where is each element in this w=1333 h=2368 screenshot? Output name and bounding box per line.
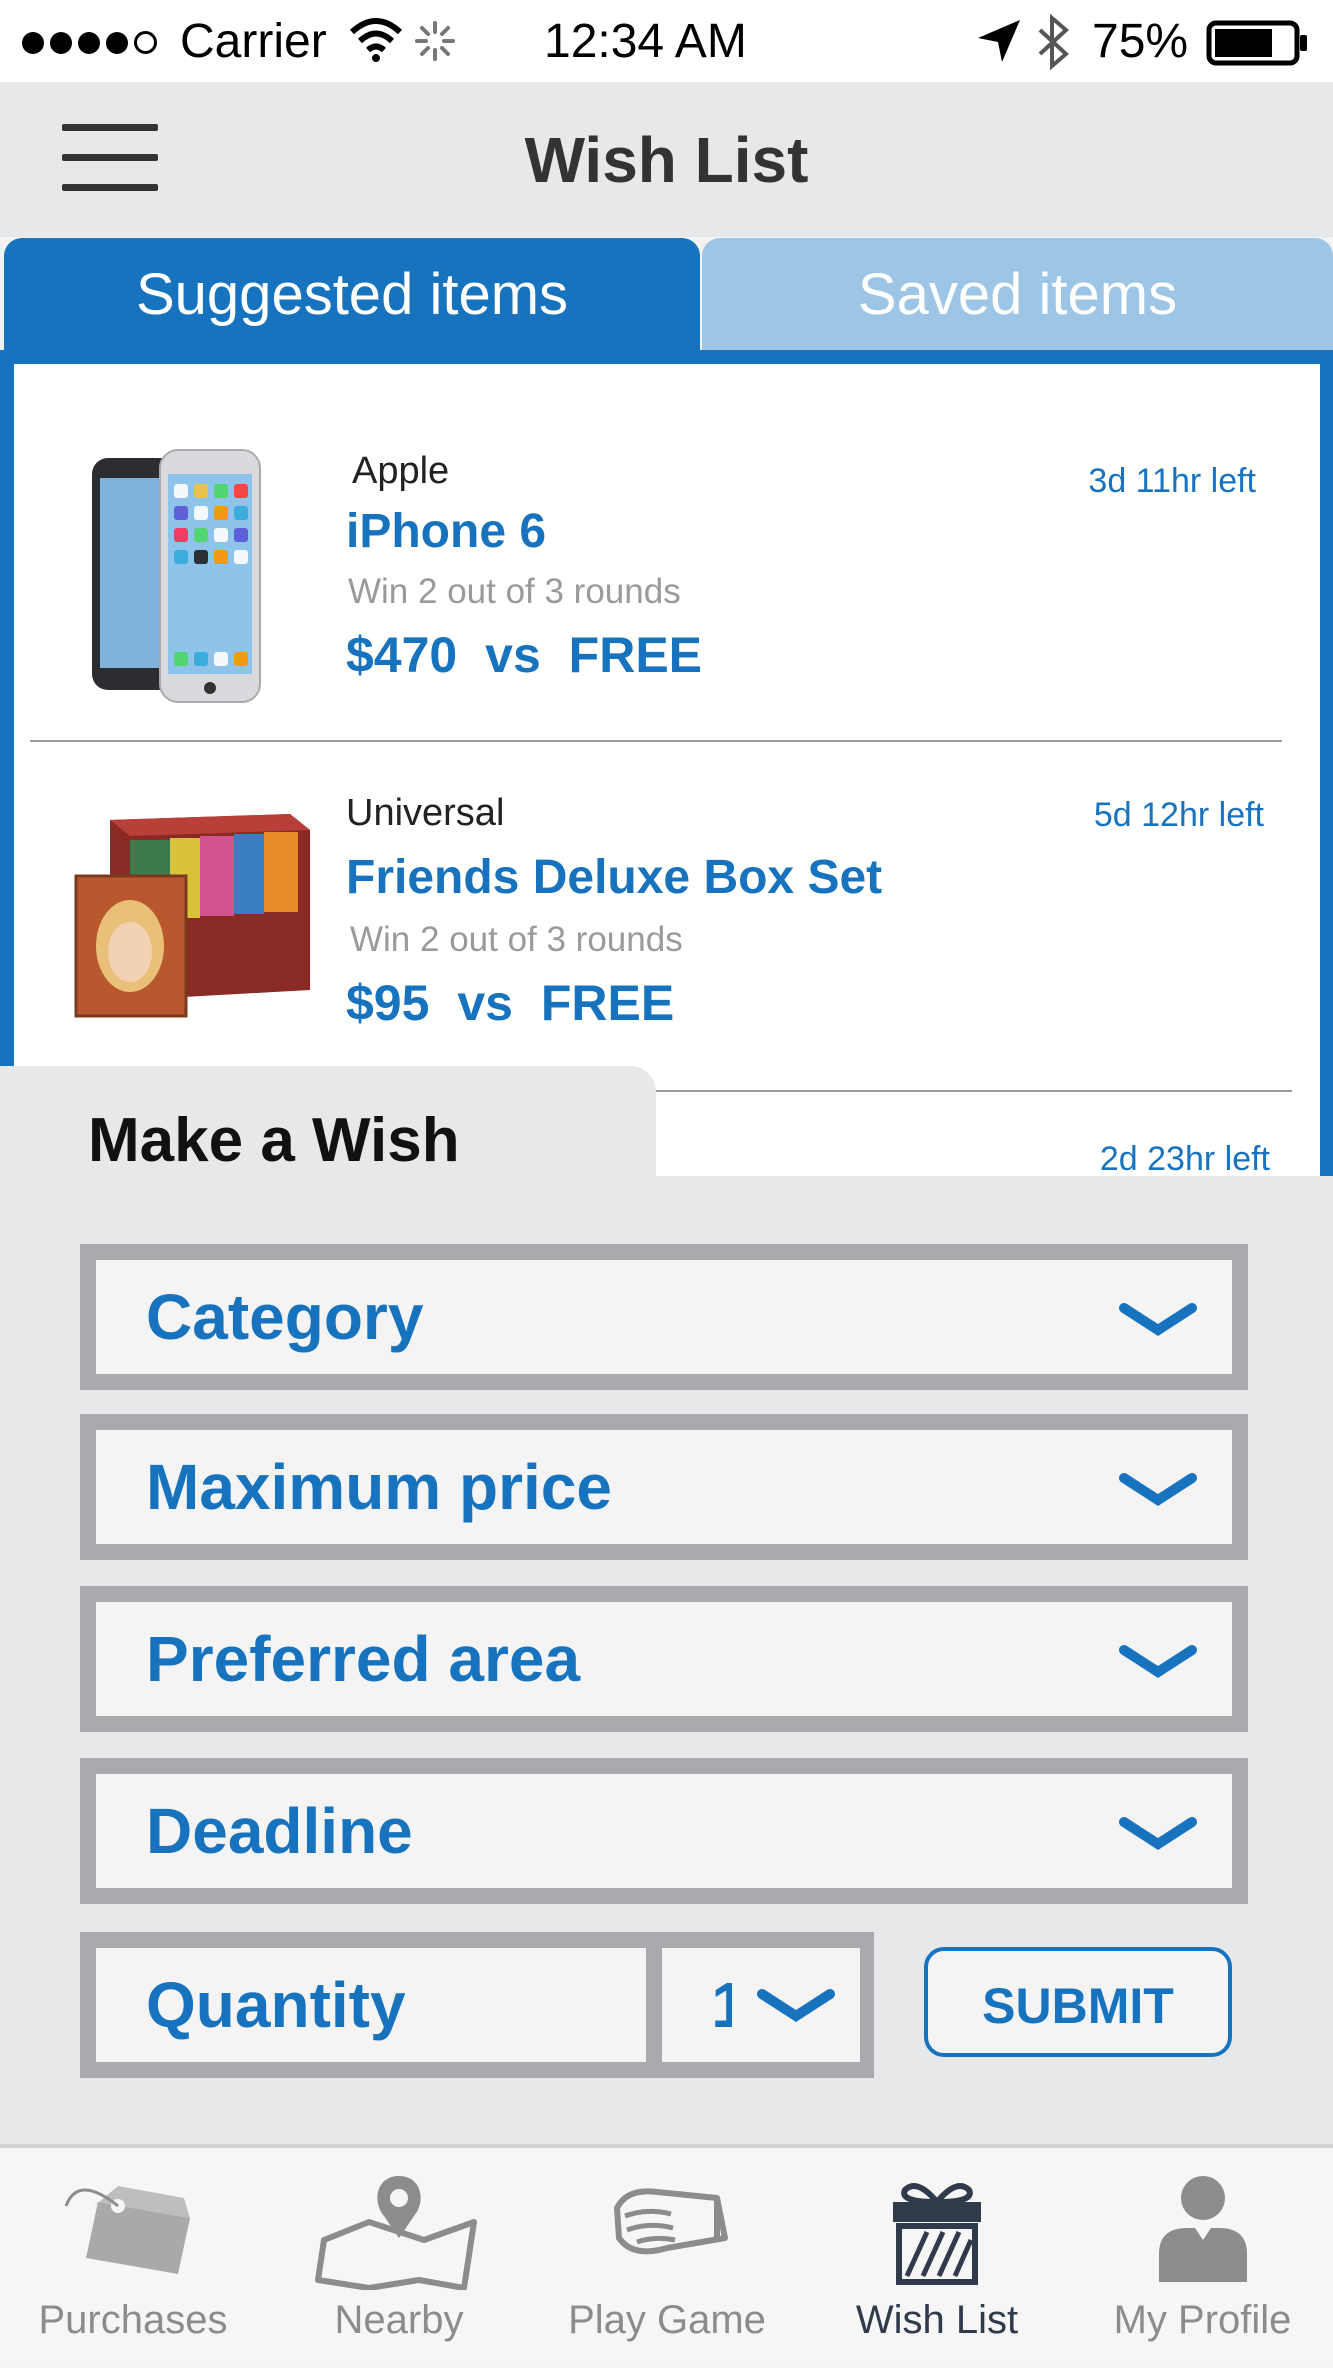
item-condition: Win 2 out of 3 rounds [350,920,683,959]
nav-label: Nearby [334,2298,464,2342]
battery-percent: 75% [1092,15,1189,68]
bottom-tab-bar: Purchases Nearby Play Game Wish List My … [0,2144,1333,2367]
chevron-down-icon [1119,1645,1197,1678]
location-arrow-icon [978,20,1020,62]
page-title: Wish List [524,124,809,196]
preferred-area-dropdown[interactable]: Preferred area [80,1586,1248,1732]
carrier-name: Carrier [180,15,327,68]
nav-item-play-game[interactable]: Play Game [532,2148,802,2368]
deadline-label: Deadline [146,1795,413,1867]
nav-item-wish-list[interactable]: Wish List [802,2148,1072,2368]
item-price: $95 [346,975,430,1031]
tag-icon [64,2186,190,2274]
item-time-left: 5d 12hr left [1093,796,1264,834]
nav-item-purchases[interactable]: Purchases [0,2148,266,2368]
iphone-product-image [92,449,261,703]
maximum-price-dropdown[interactable]: Maximum price [80,1414,1248,1560]
item-free: FREE [568,627,703,683]
gift-icon [893,2183,981,2285]
nav-item-nearby[interactable]: Nearby [266,2148,532,2368]
tab-saved-items[interactable]: Saved items [702,238,1333,352]
deadline-dropdown[interactable]: Deadline [80,1758,1248,1904]
nav-label: Wish List [855,2298,1019,2342]
item-condition: Win 2 out of 3 rounds [348,572,681,611]
item-price: $470 [346,627,458,683]
item-time-left: 2d 23hr left [1099,1140,1270,1178]
chevron-down-icon [1119,1817,1197,1850]
item-name[interactable]: Friends Deluxe Box Set [346,850,882,905]
nav-label: Play Game [568,2298,766,2342]
bluetooth-icon [1038,14,1070,70]
item-name[interactable]: iPhone 6 [346,504,546,559]
item-divider [630,1090,1292,1092]
maximum-price-label: Maximum price [146,1451,612,1523]
chevron-down-icon [1119,1473,1197,1506]
item-divider [30,740,1282,742]
nav-label: My Profile [1113,2298,1292,2342]
map-pin-icon [315,2176,477,2290]
item-brand: Universal [346,792,505,834]
quantity-dropdown-area[interactable] [732,1948,860,2062]
item-price-line: $95 vs FREE [346,974,674,1032]
box-set-product-image [74,814,310,1018]
chevron-down-icon [757,1989,835,2022]
item-price-line: $470 vs FREE [346,626,702,684]
item-time-left: 3d 11hr left [1088,462,1256,500]
status-bar: Carrier 12:34 AM 75% [0,0,1333,82]
category-label: Category [146,1281,424,1353]
wifi-icon [349,18,403,62]
make-a-wish-title: Make a Wish [88,1106,460,1175]
nav-item-my-profile[interactable]: My Profile [1072,2148,1333,2368]
status-time: 12:34 AM [544,15,747,68]
item-vs: vs [485,627,541,683]
category-dropdown[interactable]: Category [80,1244,1248,1390]
item-free: FREE [540,975,675,1031]
activity-spinner-icon [415,21,455,61]
user-icon [1158,2176,1247,2282]
tab-suggested-items[interactable]: Suggested items [4,238,700,352]
fist-icon [614,2188,728,2255]
item-vs: vs [457,975,513,1031]
quantity-label-box: Quantity [96,1948,646,2062]
preferred-area-label: Preferred area [146,1623,581,1695]
item-brand: Apple [352,450,450,492]
battery-icon [1206,20,1307,66]
quantity-label: Quantity [146,1969,406,2041]
chevron-down-icon [1119,1303,1197,1336]
submit-button[interactable]: SUBMIT [924,1947,1232,2057]
nav-label: Purchases [38,2298,228,2342]
